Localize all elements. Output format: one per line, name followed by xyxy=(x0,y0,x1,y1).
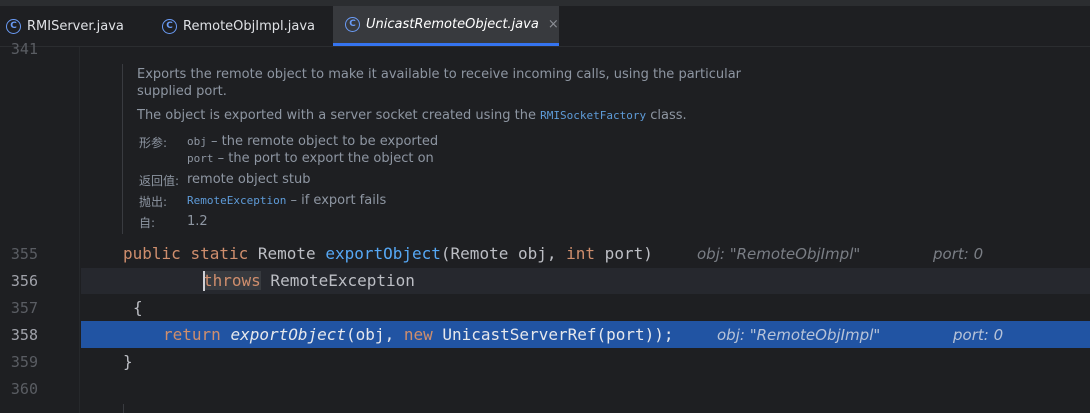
doc-exported-note: The object is exported with a server soc… xyxy=(137,108,687,123)
line-number: 341 xyxy=(10,40,38,58)
doc-text: The object is exported with a server soc… xyxy=(137,108,541,123)
line-number: 360 xyxy=(10,380,38,398)
editor-tab-bar: C RMIServer.java C RemoteObjImpl.java C … xyxy=(0,6,1090,47)
doc-param-obj: obj – the remote object to be exported xyxy=(187,134,438,149)
inline-debug-value: obj: "RemoteObjImpl" xyxy=(697,245,861,263)
text-caret xyxy=(203,271,205,291)
line-number: 357 xyxy=(10,299,38,317)
indent-guide xyxy=(123,404,124,413)
close-icon[interactable]: × xyxy=(548,17,559,32)
tab-label: UnicastRemoteObject.java xyxy=(366,17,539,32)
param-name: obj xyxy=(187,135,207,148)
doc-description-line: supplied port. xyxy=(137,84,227,99)
doc-param-port: port – the port to export the object on xyxy=(187,151,434,166)
code-line-356: throws RemoteException xyxy=(203,271,415,290)
line-number: 355 xyxy=(10,245,38,263)
keyword: int xyxy=(566,244,596,263)
code-text: (obj, xyxy=(346,325,404,344)
class-icon: C xyxy=(6,18,21,34)
doc-returns-tag: 返回值: xyxy=(139,174,180,188)
doc-params-tag: 形参: xyxy=(139,136,168,150)
param-desc: – the remote object to be exported xyxy=(206,134,439,149)
inline-debug-value: obj: "RemoteObjImpl" xyxy=(717,326,881,344)
param-desc: – the port to export the object on xyxy=(213,151,434,166)
code-line-358: return exportObject(obj, new UnicastServ… xyxy=(163,325,674,344)
doc-since-value: 1.2 xyxy=(187,214,208,229)
method-call: exportObject xyxy=(230,325,347,344)
code-line-359: } xyxy=(123,352,133,371)
tab-remoteobjimpl[interactable]: C RemoteObjImpl.java xyxy=(162,6,315,46)
inline-debug-value: port: 0 xyxy=(933,245,984,263)
doc-text: – if export fails xyxy=(286,193,387,208)
code-text: UnicastServerRef(port)); xyxy=(432,325,674,344)
keyword: static xyxy=(190,244,249,263)
tab-unicastremoteobject[interactable]: C UnicastRemoteObject.java × xyxy=(333,6,559,46)
line-number: 359 xyxy=(10,353,38,371)
doc-link-remoteexception[interactable]: RemoteException xyxy=(187,194,286,207)
class-icon: C xyxy=(162,18,177,34)
tab-label: RMIServer.java xyxy=(27,18,124,34)
param-name: port xyxy=(187,152,214,165)
tab-label: RemoteObjImpl.java xyxy=(183,18,315,34)
code-line-357: { xyxy=(133,298,143,317)
keyword: new xyxy=(403,325,433,344)
keyword: public xyxy=(123,244,181,263)
keyword: return xyxy=(163,325,221,344)
doc-text: class. xyxy=(646,108,687,123)
code-text: port) xyxy=(595,244,653,263)
doc-description-line: Exports the remote object to make it ava… xyxy=(137,67,742,82)
doc-since-tag: 自: xyxy=(139,216,156,230)
rendered-javadoc xyxy=(122,64,843,234)
doc-throws-tag: 抛出: xyxy=(139,195,168,209)
type-name: Remote xyxy=(257,244,316,263)
keyword: throws xyxy=(203,271,261,290)
line-number: 358 xyxy=(10,326,38,344)
method-name: exportObject xyxy=(325,244,441,263)
code-text: (Remote obj, xyxy=(440,244,567,263)
doc-throws: RemoteException – if export fails xyxy=(187,193,386,208)
doc-link-rmisocketfactory[interactable]: RMISocketFactory xyxy=(540,109,646,122)
line-number: 356 xyxy=(10,272,38,290)
code-line-355: public static Remote exportObject(Remote… xyxy=(123,244,653,263)
doc-returns-desc: remote object stub xyxy=(187,172,311,187)
code-text: RemoteException xyxy=(260,271,415,290)
class-icon: C xyxy=(345,17,360,32)
inline-debug-value: port: 0 xyxy=(953,326,1004,344)
